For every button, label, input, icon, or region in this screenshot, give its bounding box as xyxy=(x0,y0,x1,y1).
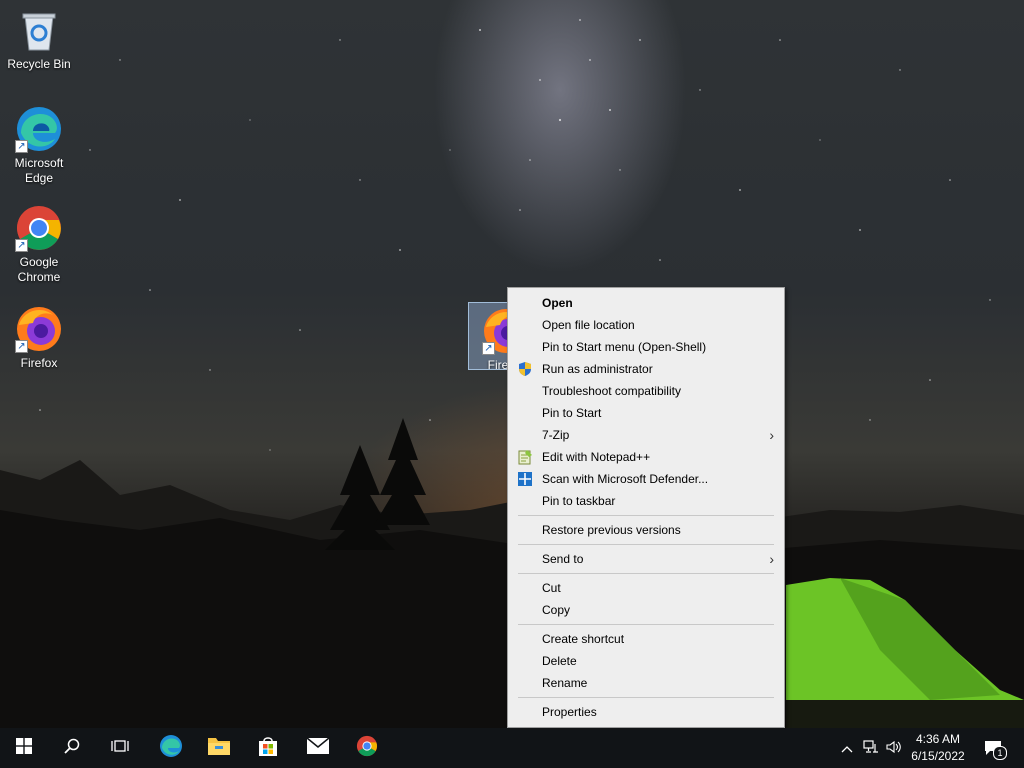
menu-item-label: 7-Zip xyxy=(542,428,570,442)
show-hidden-icons-button[interactable] xyxy=(836,728,858,768)
shortcut-arrow-icon: ↗ xyxy=(15,239,28,252)
menu-item-send-to[interactable]: Send to › xyxy=(508,548,784,570)
desktop-icon-microsoft-edge[interactable]: ↗ Microsoft Edge xyxy=(1,105,77,186)
recycle-bin-icon xyxy=(15,6,63,54)
start-button[interactable] xyxy=(0,728,48,768)
uac-shield-icon xyxy=(517,361,533,377)
menu-item-label: Restore previous versions xyxy=(542,523,681,537)
shortcut-arrow-icon: ↗ xyxy=(482,342,495,355)
edge-icon: ↗ xyxy=(15,105,63,153)
taskbar-edge-button[interactable] xyxy=(147,728,195,768)
menu-item-label: Open file location xyxy=(542,318,635,332)
taskbar-chrome-button[interactable] xyxy=(343,728,391,768)
menu-item-open[interactable]: Open xyxy=(508,292,784,314)
menu-item-label: Troubleshoot compatibility xyxy=(542,384,681,398)
menu-item-pin-to-taskbar[interactable]: Pin to taskbar xyxy=(508,490,784,512)
action-center-icon: 1 xyxy=(984,740,1007,760)
menu-item-properties[interactable]: Properties xyxy=(508,701,784,723)
menu-separator xyxy=(518,624,774,625)
desktop-icon-label: Firefox xyxy=(20,356,58,370)
notepadpp-icon xyxy=(517,449,533,465)
clock[interactable]: 4:36 AM 6/15/2022 xyxy=(902,731,974,765)
store-icon xyxy=(257,735,279,762)
menu-item-label: Rename xyxy=(542,676,588,690)
action-center-button[interactable]: 1 xyxy=(980,728,1007,768)
menu-item-pin-to-start-menu-open-shell[interactable]: Pin to Start menu (Open-Shell) xyxy=(508,336,784,358)
desktop-icon-recycle-bin[interactable]: Recycle Bin xyxy=(1,6,77,72)
notification-count-badge: 1 xyxy=(993,746,1007,760)
mail-icon xyxy=(306,736,330,760)
context-menu: Open Open file location Pin to Start men… xyxy=(507,287,785,728)
taskbar-mail-button[interactable] xyxy=(294,728,342,768)
chevron-right-icon: › xyxy=(769,427,774,443)
shortcut-arrow-icon: ↗ xyxy=(15,140,28,153)
desktop-icon-google-chrome[interactable]: ↗ Google Chrome xyxy=(1,204,77,285)
desktop[interactable]: Recycle Bin ↗ Microsoft Edge ↗ Google Ch… xyxy=(0,0,1024,728)
menu-separator xyxy=(518,573,774,574)
task-view-icon xyxy=(111,738,129,759)
menu-item-label: Delete xyxy=(542,654,577,668)
menu-item-label: Send to xyxy=(542,552,584,566)
menu-item-delete[interactable]: Delete xyxy=(508,650,784,672)
menu-item-create-shortcut[interactable]: Create shortcut xyxy=(508,628,784,650)
menu-separator xyxy=(518,697,774,698)
edge-icon xyxy=(159,734,183,763)
shortcut-arrow-icon: ↗ xyxy=(15,340,28,353)
task-view-button[interactable] xyxy=(96,728,144,768)
menu-item-open-file-location[interactable]: Open file location xyxy=(508,314,784,336)
menu-item-troubleshoot-compatibility[interactable]: Troubleshoot compatibility xyxy=(508,380,784,402)
menu-item-cut[interactable]: Cut xyxy=(508,577,784,599)
start-icon xyxy=(16,737,32,759)
menu-item-label: Properties xyxy=(542,705,597,719)
menu-item-run-as-administrator[interactable]: Run as administrator xyxy=(508,358,784,380)
taskbar-store-button[interactable] xyxy=(244,728,292,768)
clock-date: 6/15/2022 xyxy=(911,749,965,763)
menu-item-label: Pin to taskbar xyxy=(542,494,616,508)
search-icon xyxy=(64,738,80,759)
network-icon xyxy=(863,739,879,757)
menu-item-label: Open xyxy=(542,296,573,310)
menu-item-label: Edit with Notepad++ xyxy=(542,450,651,464)
chevron-right-icon: › xyxy=(769,551,774,567)
chevron-up-icon xyxy=(841,741,853,756)
taskbar-file-explorer-button[interactable] xyxy=(195,728,243,768)
file-explorer-icon xyxy=(207,735,231,762)
taskbar: 4:36 AM 6/15/2022 1 xyxy=(0,728,1024,768)
menu-item-restore-previous-versions[interactable]: Restore previous versions xyxy=(508,519,784,541)
menu-item-label: Run as administrator xyxy=(542,362,653,376)
menu-item-scan-with-microsoft-defender[interactable]: Scan with Microsoft Defender... xyxy=(508,468,784,490)
defender-icon xyxy=(517,471,533,487)
chrome-icon: ↗ xyxy=(15,204,63,252)
firefox-icon: ↗ xyxy=(15,305,63,353)
search-button[interactable] xyxy=(48,728,96,768)
menu-item-rename[interactable]: Rename xyxy=(508,672,784,694)
chrome-icon xyxy=(356,735,378,762)
menu-item-copy[interactable]: Copy xyxy=(508,599,784,621)
desktop-icon-firefox[interactable]: ↗ Firefox xyxy=(1,305,77,371)
volume-icon xyxy=(886,740,902,757)
menu-separator xyxy=(518,544,774,545)
clock-time: 4:36 AM xyxy=(915,732,961,746)
network-button[interactable] xyxy=(860,728,882,768)
menu-item-label: Copy xyxy=(542,603,571,617)
menu-separator xyxy=(518,515,774,516)
menu-item-label: Cut xyxy=(542,581,561,595)
desktop-icon-label: Microsoft Edge xyxy=(14,156,64,185)
menu-item-7-zip[interactable]: 7-Zip › xyxy=(508,424,784,446)
menu-item-label: Pin to Start xyxy=(542,406,602,420)
desktop-icon-label: Google Chrome xyxy=(17,255,61,284)
menu-item-label: Pin to Start menu (Open-Shell) xyxy=(542,340,707,354)
menu-item-label: Create shortcut xyxy=(542,632,625,646)
menu-item-pin-to-start[interactable]: Pin to Start xyxy=(508,402,784,424)
desktop-icon-label: Recycle Bin xyxy=(7,57,71,71)
menu-item-edit-with-notepadpp[interactable]: Edit with Notepad++ xyxy=(508,446,784,468)
menu-item-label: Scan with Microsoft Defender... xyxy=(542,472,709,486)
